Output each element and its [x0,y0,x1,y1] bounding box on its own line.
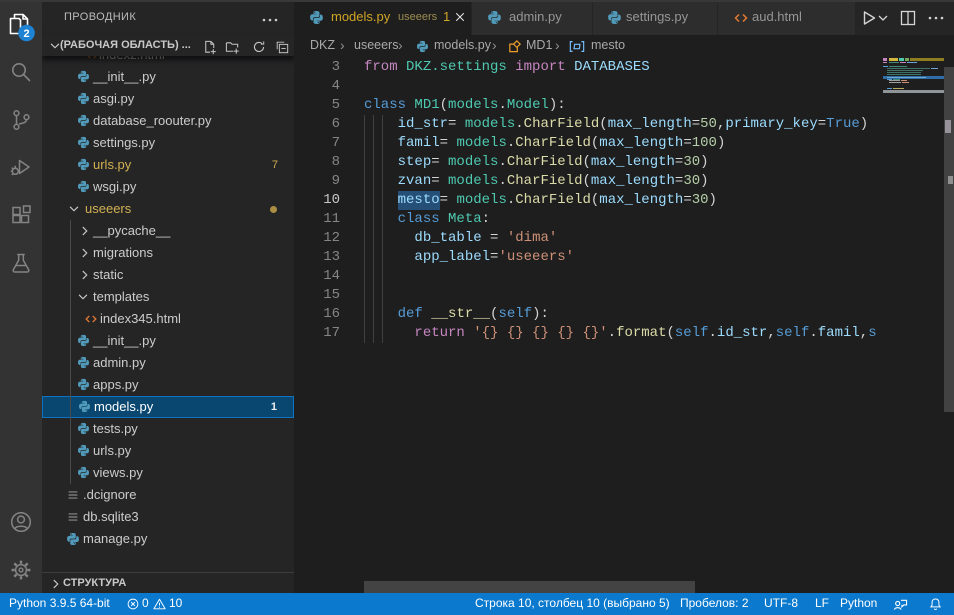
svg-text:2: 2 [23,28,29,40]
